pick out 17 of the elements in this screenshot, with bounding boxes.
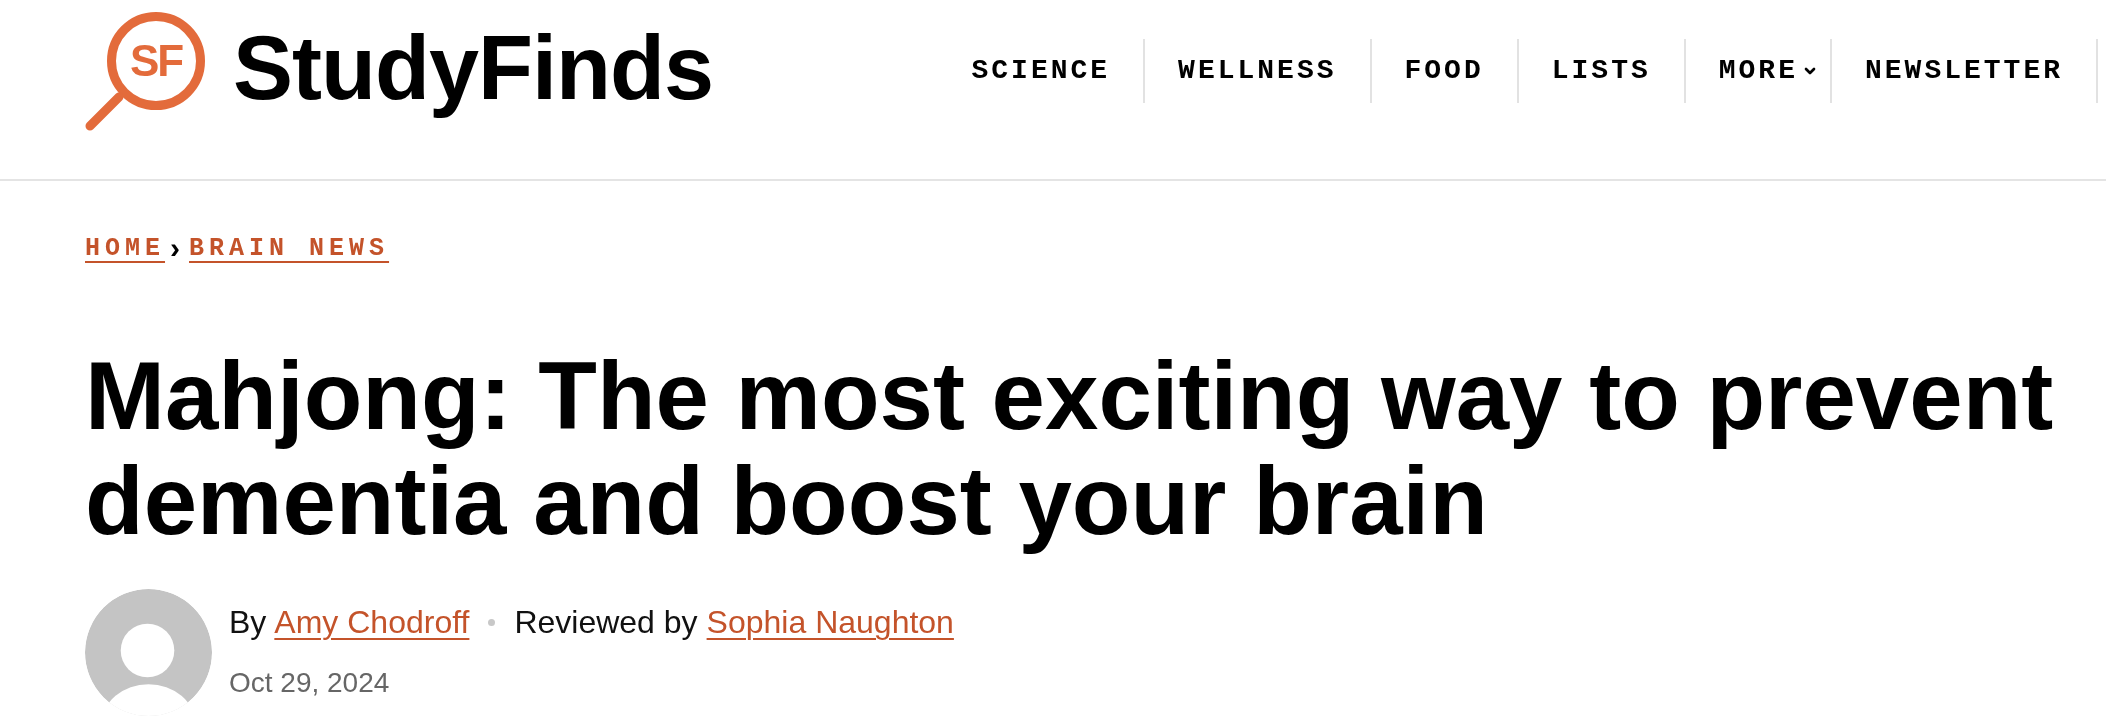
reviewer-prefix: Reviewed by	[514, 603, 698, 642]
nav-link[interactable]: WELLNESS	[1145, 39, 1370, 103]
breadcrumb-link[interactable]: BRAIN NEWS	[189, 235, 390, 261]
magnifier-handle-icon	[85, 91, 125, 131]
author-link[interactable]: Amy Chodroff	[274, 602, 470, 642]
byline-prefix: By	[229, 603, 267, 642]
breadcrumb-separator: ›	[170, 233, 180, 263]
nav-link[interactable]: LISTS	[1518, 39, 1684, 103]
publish-date: Oct 29, 2024	[229, 666, 391, 700]
logo-wordmark[interactable]: StudyFinds	[233, 23, 713, 119]
article-title: Mahjong: The most exciting way to prevent dementia and boost your brain	[84, 343, 2055, 553]
nav-dropdown-button[interactable]: MORE	[1685, 39, 1830, 103]
reviewer-link[interactable]: Sophia Naughton	[706, 602, 954, 642]
nav-link[interactable]: FOOD	[1371, 39, 1517, 103]
breadcrumb-link[interactable]: HOME	[85, 235, 165, 261]
nav-link[interactable]: SCIENCE	[938, 39, 1144, 103]
nav-link[interactable]: NEWSLETTER	[1831, 39, 2096, 103]
